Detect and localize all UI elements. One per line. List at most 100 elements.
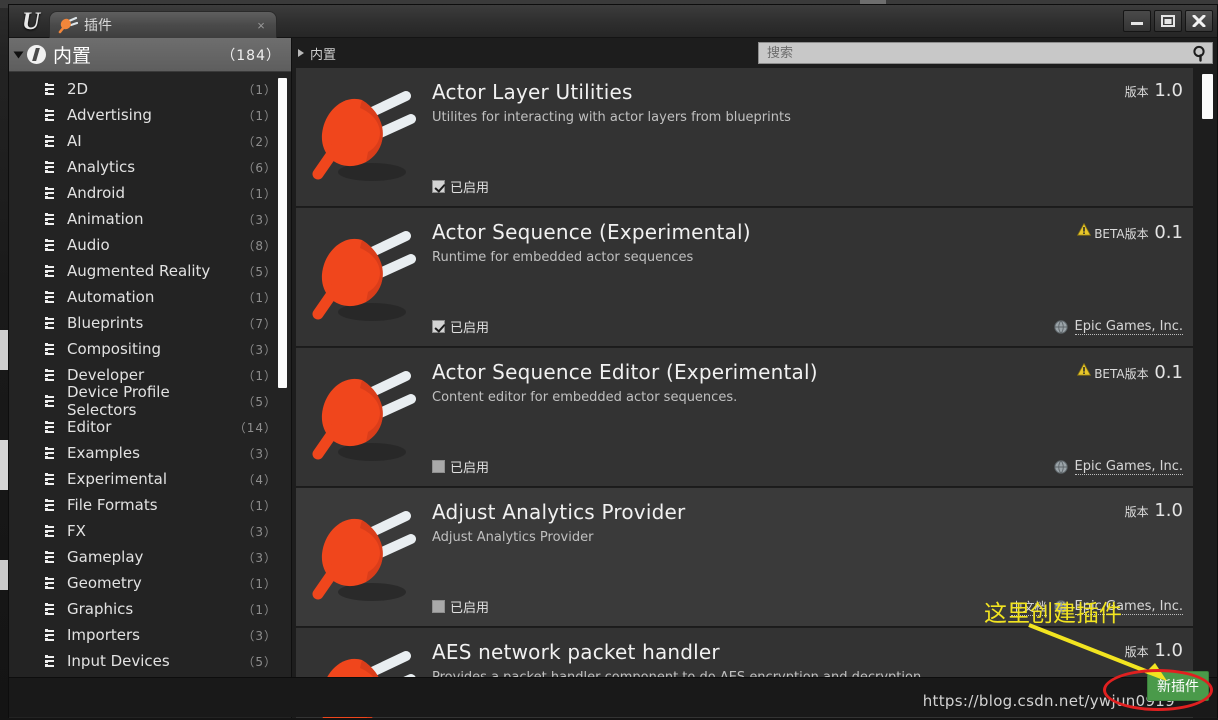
plugin-card[interactable]: Actor Sequence Editor (Experimental) Cont… bbox=[296, 348, 1193, 487]
engine-icon bbox=[27, 45, 46, 64]
title-bar: U 插件 × bbox=[9, 5, 1217, 38]
minimize-button[interactable] bbox=[1123, 10, 1151, 32]
plugin-card-body: Adjust Analytics Provider Adjust Analytic… bbox=[432, 488, 1193, 626]
sidebar-item-animation[interactable]: Animation （3） bbox=[9, 206, 291, 232]
plug-icon bbox=[58, 16, 79, 34]
tab-plugins[interactable]: 插件 × bbox=[49, 11, 277, 38]
plugin-card[interactable]: Actor Layer Utilities Utilites for intera… bbox=[296, 68, 1193, 207]
sidebar-item-count: （1） bbox=[242, 186, 277, 201]
enable-plugin-checkbox[interactable]: 已启用 bbox=[432, 457, 489, 476]
bottom-bar: https://blog.csdn.net/ywjun0919 新插件 bbox=[9, 671, 1217, 717]
sidebar-item-gameplay[interactable]: Gameplay （3） bbox=[9, 544, 291, 570]
window-body: 内置 （184） 2D （1） Advertising （1） AI （2） Analyti… bbox=[9, 38, 1217, 718]
chevron-right-icon[interactable] bbox=[298, 49, 304, 57]
plugin-card[interactable]: Actor Sequence (Experimental) Runtime for… bbox=[296, 208, 1193, 347]
enable-plugin-checkbox[interactable]: 已启用 bbox=[432, 597, 489, 616]
new-plugin-button[interactable]: 新插件 bbox=[1147, 671, 1209, 701]
plugin-card-body: Actor Sequence Editor (Experimental) Cont… bbox=[432, 348, 1193, 486]
sidebar-item-count: （2） bbox=[242, 134, 277, 149]
enable-plugin-label: 已启用 bbox=[450, 461, 490, 476]
sidebar-item-advertising[interactable]: Advertising （1） bbox=[9, 102, 291, 128]
sidebar-item-analytics[interactable]: Analytics （6） bbox=[9, 154, 291, 180]
plugin-version-number: 0.1 bbox=[1154, 362, 1183, 383]
sidebar-item-2d[interactable]: 2D （1） bbox=[9, 76, 291, 102]
plugin-cards: Actor Layer Utilities Utilites for intera… bbox=[292, 68, 1217, 718]
sidebar-item-automation[interactable]: Automation （1） bbox=[9, 284, 291, 310]
sidebar-header-builtin[interactable]: 内置 （184） bbox=[9, 38, 291, 72]
sidebar-item-graphics[interactable]: Graphics （1） bbox=[9, 596, 291, 622]
search-icon[interactable] bbox=[1190, 43, 1210, 63]
plugin-card[interactable]: Adjust Analytics Provider Adjust Analytic… bbox=[296, 488, 1193, 627]
tab-close-icon[interactable]: × bbox=[254, 18, 268, 33]
sidebar-item-experimental[interactable]: Experimental （4） bbox=[9, 466, 291, 492]
sidebar-item-label: Blueprints bbox=[67, 314, 144, 332]
panel-toolbar: 内置 bbox=[292, 38, 1217, 68]
sidebar-item-label: Input Devices bbox=[67, 652, 170, 670]
plugin-thumbnail bbox=[296, 488, 432, 626]
sidebar-item-editor[interactable]: Editor （14） bbox=[9, 414, 291, 440]
enable-plugin-checkbox[interactable]: 已启用 bbox=[432, 177, 489, 196]
plugin-card-footer: 已启用 Epic Games, Inc. bbox=[432, 457, 1183, 476]
sidebar-item-ai[interactable]: AI （2） bbox=[9, 128, 291, 154]
sidebar-header-count: （184） bbox=[221, 47, 281, 64]
sidebar-item-file-formats[interactable]: File Formats （1） bbox=[9, 492, 291, 518]
category-list-icon bbox=[45, 577, 59, 589]
plugin-card-footer: 已启用 中文档 Epic Games, Inc. bbox=[432, 597, 1183, 616]
plugin-description: Adjust Analytics Provider bbox=[432, 530, 594, 545]
category-list-icon bbox=[45, 135, 59, 147]
chevron-down-icon[interactable] bbox=[13, 51, 24, 58]
plugin-version: 版本 1.0 bbox=[1125, 80, 1183, 101]
maximize-button[interactable] bbox=[1154, 10, 1182, 32]
sidebar-scrollbar-thumb[interactable] bbox=[278, 78, 287, 388]
plugin-list-scrollbar-thumb[interactable] bbox=[1202, 74, 1213, 119]
sidebar-item-count: （3） bbox=[242, 212, 277, 227]
plugin-card-body: Actor Layer Utilities Utilites for intera… bbox=[432, 68, 1193, 206]
plugin-list-scrollbar-track[interactable] bbox=[1202, 70, 1213, 714]
sidebar-item-blueprints[interactable]: Blueprints （7） bbox=[9, 310, 291, 336]
doc-link[interactable]: 中文档 bbox=[1010, 598, 1047, 616]
sidebar-item-device-profile-selectors[interactable]: Device Profile Selectors （5） bbox=[9, 383, 291, 419]
sidebar-item-compositing[interactable]: Compositing （3） bbox=[9, 336, 291, 362]
sidebar-item-label: Advertising bbox=[67, 106, 152, 124]
globe-icon bbox=[1053, 459, 1068, 474]
search-input[interactable] bbox=[758, 42, 1213, 64]
plugin-version: BETA版本 0.1 bbox=[1077, 360, 1183, 383]
sidebar-item-android[interactable]: Android （1） bbox=[9, 180, 291, 206]
plugin-list-panel: 内置 Actor Layer Utilities Utilites for int… bbox=[292, 38, 1217, 718]
plugin-version-number: 0.1 bbox=[1154, 222, 1183, 243]
sidebar-item-label: Gameplay bbox=[67, 548, 144, 566]
sidebar-item-label: AI bbox=[67, 132, 82, 150]
plugin-card-links: Epic Games, Inc. bbox=[1053, 319, 1183, 335]
sidebar-item-label: Graphics bbox=[67, 600, 134, 618]
sidebar-item-geometry[interactable]: Geometry （1） bbox=[9, 570, 291, 596]
sidebar-item-augmented-reality[interactable]: Augmented Reality （5） bbox=[9, 258, 291, 284]
plugin-title: Adjust Analytics Provider bbox=[432, 500, 686, 524]
category-list-icon bbox=[45, 213, 59, 225]
sidebar-item-count: （3） bbox=[242, 628, 277, 643]
tab-label: 插件 bbox=[84, 18, 112, 34]
sidebar-item-label: Developer bbox=[67, 366, 145, 384]
enable-plugin-checkbox[interactable]: 已启用 bbox=[432, 317, 489, 336]
plugin-card-body: Actor Sequence (Experimental) Runtime for… bbox=[432, 208, 1193, 346]
plug-icon bbox=[310, 86, 418, 190]
sidebar-item-audio[interactable]: Audio （8） bbox=[9, 232, 291, 258]
category-sidebar: 内置 （184） 2D （1） Advertising （1） AI （2） Analyti… bbox=[9, 38, 292, 718]
category-list-icon bbox=[45, 265, 59, 277]
sidebar-item-count: （5） bbox=[242, 264, 277, 279]
sidebar-item-examples[interactable]: Examples （3） bbox=[9, 440, 291, 466]
sidebar-item-fx[interactable]: FX （3） bbox=[9, 518, 291, 544]
vendor-link[interactable]: Epic Games, Inc. bbox=[1074, 319, 1183, 335]
close-button[interactable] bbox=[1185, 10, 1213, 32]
ue-logo-icon: U bbox=[21, 8, 41, 35]
category-list-icon bbox=[45, 83, 59, 95]
plugin-title: Actor Layer Utilities bbox=[432, 80, 633, 104]
sidebar-item-label: Analytics bbox=[67, 158, 136, 176]
vendor-link[interactable]: Epic Games, Inc. bbox=[1074, 599, 1183, 615]
sidebar-item-input-devices[interactable]: Input Devices （5） bbox=[9, 648, 291, 674]
plugin-title: Actor Sequence Editor (Experimental) bbox=[432, 360, 818, 384]
sidebar-item-importers[interactable]: Importers （3） bbox=[9, 622, 291, 648]
plugin-description: Runtime for embedded actor sequences bbox=[432, 250, 694, 265]
sidebar-item-count: （7） bbox=[242, 316, 277, 331]
vendor-link[interactable]: Epic Games, Inc. bbox=[1074, 459, 1183, 475]
category-list-icon bbox=[45, 473, 59, 485]
